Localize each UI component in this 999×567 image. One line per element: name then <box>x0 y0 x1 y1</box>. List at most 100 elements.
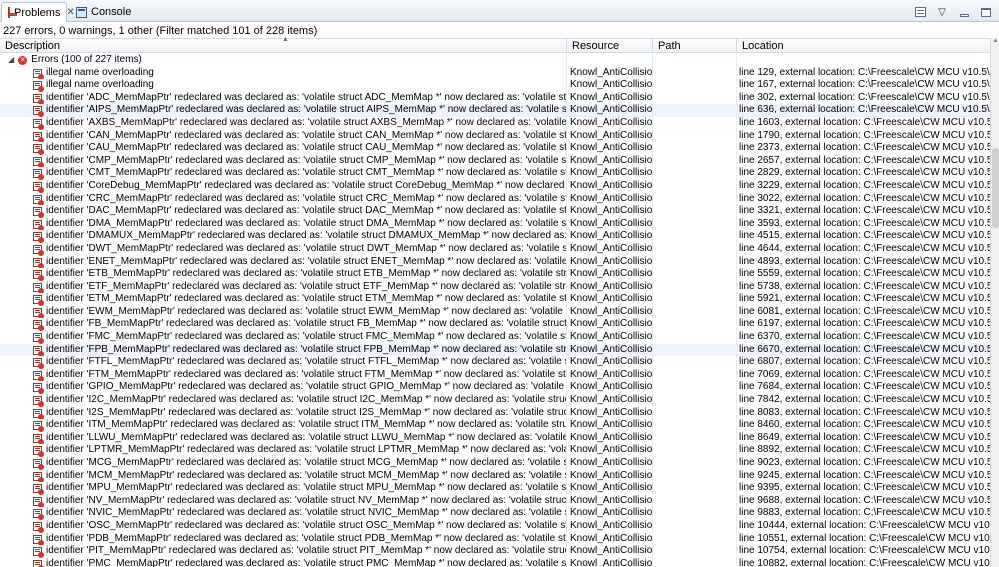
row-location-text: line 9023, external location: C:\Freesca… <box>739 457 990 468</box>
error-file-icon <box>33 421 44 432</box>
row-location-text: line 6081, external location: C:\Freesca… <box>739 305 990 317</box>
table-row[interactable]: identifier 'DAC_MemMapPtr' redeclared wa… <box>0 205 990 218</box>
table-row[interactable]: identifier 'CMT_MemMapPtr' redeclared wa… <box>0 167 990 180</box>
error-group-row[interactable]: ◢ ✕ Errors (100 of 227 items) <box>0 54 990 67</box>
column-header-resource[interactable]: Resource <box>567 39 653 52</box>
table-row[interactable]: identifier 'PMC_MemMapPtr' redeclared wa… <box>0 557 990 567</box>
row-location: line 8460, external location: C:\Freesca… <box>737 419 990 432</box>
row-resource: Knowl_AntiCollision <box>567 507 653 520</box>
table-row[interactable]: identifier 'FTFL_MemMapPtr' redeclared w… <box>0 356 990 369</box>
row-resource: Knowl_AntiCollision <box>567 230 653 243</box>
table-row[interactable]: identifier 'FMC_MemMapPtr' redeclared wa… <box>0 331 990 344</box>
problems-icon <box>8 7 17 18</box>
row-resource-text: Knowl_AntiCollision <box>570 116 653 128</box>
view-dropdown-button[interactable]: ▽ <box>935 5 949 19</box>
row-description-text: identifier 'CAU_MemMapPtr' redeclared wa… <box>46 142 567 154</box>
table-row[interactable]: identifier 'ITM_MemMapPtr' redeclared wa… <box>0 419 990 432</box>
row-description-text: identifier 'AXBS_MemMapPtr' redeclared w… <box>46 116 567 128</box>
table-row[interactable]: identifier 'ENET_MemMapPtr' redeclared w… <box>0 255 990 269</box>
row-location: line 9245, external location: C:\Freesca… <box>737 470 990 483</box>
row-path <box>653 104 737 117</box>
table-row[interactable]: identifier 'DMAMUX_MemMapPtr' redeclared… <box>0 230 990 243</box>
row-resource: Knowl_AntiCollision <box>567 457 653 470</box>
row-resource: Knowl_AntiCollision <box>567 268 653 281</box>
table-row[interactable]: identifier 'CMP_MemMapPtr' redeclared wa… <box>0 154 990 168</box>
table-row[interactable]: identifier 'CAN_MemMapPtr' redeclared wa… <box>0 129 990 143</box>
expand-triangle-icon[interactable]: ◢ <box>8 54 14 67</box>
row-location-text: line 129, external location: C:\Freescal… <box>739 66 990 78</box>
row-description: identifier 'ETB_MemMapPtr' redeclared wa… <box>0 268 567 281</box>
table-row[interactable]: identifier 'I2S_MemMapPtr' redeclared wa… <box>0 406 990 420</box>
row-description-text: identifier 'PDB_MemMapPtr' redeclared wa… <box>46 532 567 544</box>
table-row[interactable]: identifier 'CoreDebug_MemMapPtr' redecla… <box>0 179 990 193</box>
row-description: identifier 'CMT_MemMapPtr' redeclared wa… <box>0 167 567 180</box>
table-row[interactable]: identifier 'GPIO_MemMapPtr' redeclared w… <box>0 381 990 395</box>
error-file-icon <box>33 207 44 218</box>
table-row[interactable]: illegal name overloading Knowl_AntiCollis… <box>0 66 990 80</box>
column-header-description[interactable]: Description ▲ <box>0 36 567 52</box>
row-description: identifier 'EWM_MemMapPtr' redeclared wa… <box>0 305 567 319</box>
maximize-button[interactable] <box>979 5 993 19</box>
vertical-scrollbar[interactable]: ▲ <box>990 38 999 567</box>
row-resource: Knowl_AntiCollision <box>567 293 653 306</box>
view-menu-button[interactable] <box>913 5 927 19</box>
row-resource: Knowl_AntiCollision <box>567 242 653 256</box>
table-row[interactable]: identifier 'I2C_MemMapPtr' redeclared wa… <box>0 394 990 407</box>
table-row[interactable]: identifier 'ETF_MemMapPtr' redeclared wa… <box>0 280 990 294</box>
row-resource: Knowl_AntiCollision <box>567 519 653 533</box>
table-row[interactable]: identifier 'NVIC_MemMapPtr' redeclared w… <box>0 507 990 520</box>
table-row[interactable]: identifier 'ETM_MemMapPtr' redeclared wa… <box>0 293 990 306</box>
row-description-text: identifier 'PMC_MemMapPtr' redeclared wa… <box>46 557 567 567</box>
error-file-icon <box>33 93 44 105</box>
table-row[interactable]: identifier 'MCG_MemMapPtr' redeclared wa… <box>0 457 990 470</box>
table-row[interactable]: identifier 'FTM_MemMapPtr' redeclared wa… <box>0 368 990 382</box>
table-row[interactable]: identifier 'FPB_MemMapPtr' redeclared wa… <box>0 343 990 357</box>
row-path <box>653 318 737 332</box>
table-row[interactable]: identifier 'AXBS_MemMapPtr' redeclared w… <box>0 116 990 130</box>
table-row[interactable]: identifier 'MPU_MemMapPtr' redeclared wa… <box>0 482 990 495</box>
row-description: identifier 'I2C_MemMapPtr' redeclared wa… <box>0 394 567 407</box>
row-location-text: line 2829, external location: C:\Freesca… <box>739 167 990 179</box>
row-location-text: line 167, external location: C:\Freescal… <box>739 79 990 91</box>
scrollbar-thumb[interactable] <box>992 148 999 228</box>
row-description-text: identifier 'FB_MemMapPtr' redeclared was… <box>46 318 567 330</box>
table-row[interactable]: identifier 'CAU_MemMapPtr' redeclared wa… <box>0 142 990 155</box>
row-resource: Knowl_AntiCollision <box>567 217 653 231</box>
table-row[interactable]: identifier 'FB_MemMapPtr' redeclared was… <box>0 318 990 332</box>
row-resource-text: Knowl_AntiCollision <box>570 507 653 519</box>
column-header-description-label: Description <box>5 39 61 52</box>
tab-console[interactable]: Console <box>70 2 137 22</box>
row-description-text: identifier 'ETF_MemMapPtr' redeclared wa… <box>46 280 567 292</box>
table-row[interactable]: identifier 'PDB_MemMapPtr' redeclared wa… <box>0 532 990 546</box>
row-location: line 5738, external location: C:\Freesca… <box>737 281 990 294</box>
table-row[interactable]: identifier 'LLWU_MemMapPtr' redeclared w… <box>0 431 990 445</box>
table-row[interactable]: identifier 'NV_MemMapPtr' redeclared was… <box>0 494 990 508</box>
minimize-button[interactable] <box>957 5 971 19</box>
column-header-path[interactable]: Path <box>653 39 737 52</box>
table-row[interactable]: identifier 'PIT_MemMapPtr' redeclared wa… <box>0 545 990 558</box>
table-row[interactable]: identifier 'DMA_MemMapPtr' redeclared wa… <box>0 217 990 231</box>
tab-problems-label: Problems <box>14 6 61 19</box>
row-description: identifier 'DAC_MemMapPtr' redeclared wa… <box>0 205 567 218</box>
row-description-text: identifier 'LPTMR_MemMapPtr' redeclared … <box>46 444 567 456</box>
scroll-up-icon[interactable]: ▲ <box>991 38 999 48</box>
tab-problems[interactable]: Problems ✕ <box>1 2 75 22</box>
table-row[interactable]: identifier 'MCM_MemMapPtr' redeclared wa… <box>0 469 990 483</box>
table-row[interactable]: identifier 'AIPS_MemMapPtr' redeclared w… <box>0 104 990 117</box>
table-row[interactable]: identifier 'LPTMR_MemMapPtr' redeclared … <box>0 444 990 457</box>
error-group-cell: ◢ ✕ Errors (100 of 227 items) <box>0 54 567 67</box>
table-row[interactable]: identifier 'ETB_MemMapPtr' redeclared wa… <box>0 268 990 281</box>
table-row[interactable]: identifier 'DWT_MemMapPtr' redeclared wa… <box>0 242 990 256</box>
error-file-icon <box>33 257 44 269</box>
error-file-icon <box>33 156 44 168</box>
table-row[interactable]: identifier 'OSC_MemMapPtr' redeclared wa… <box>0 519 990 533</box>
error-file-icon <box>33 484 44 495</box>
row-path <box>653 116 737 130</box>
table-row[interactable]: identifier 'EWM_MemMapPtr' redeclared wa… <box>0 305 990 319</box>
row-resource-text: Knowl_AntiCollision <box>570 356 653 368</box>
table-row[interactable]: identifier 'CRC_MemMapPtr' redeclared wa… <box>0 192 990 206</box>
table-row[interactable]: identifier 'ADC_MemMapPtr' redeclared wa… <box>0 91 990 105</box>
column-header-location[interactable]: Location <box>737 39 990 52</box>
row-path <box>653 532 737 546</box>
table-row[interactable]: illegal name overloading Knowl_AntiCollis… <box>0 79 990 92</box>
